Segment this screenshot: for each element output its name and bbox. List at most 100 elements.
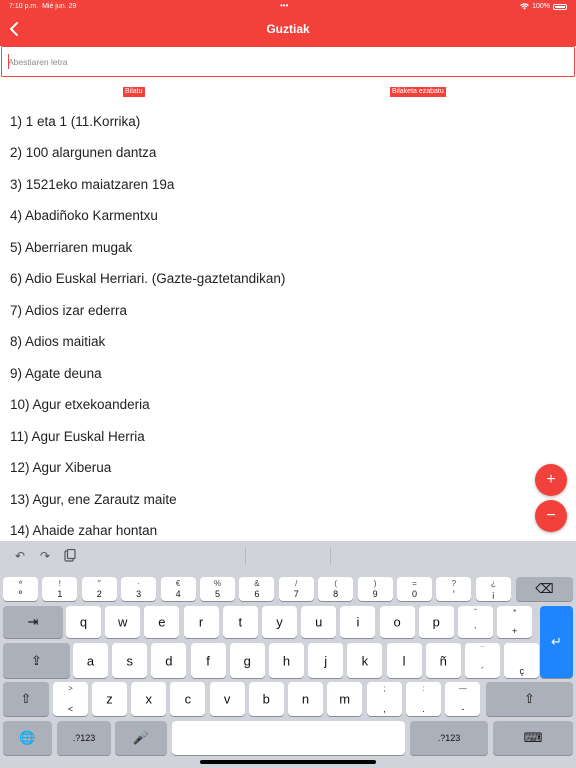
- key-symbol[interactable]: ˆ `: [458, 606, 493, 638]
- key-symbol[interactable]: — -: [445, 682, 481, 716]
- song-list-item[interactable]: 6) Adio Euskal Herriari. (Gazte-gaztetan…: [10, 271, 285, 286]
- key-letter[interactable]: c: [170, 682, 206, 716]
- song-list-item[interactable]: 3) 1521eko maiatzaren 19a: [10, 177, 174, 192]
- search-button[interactable]: Bilatu: [123, 87, 145, 97]
- dictation-key[interactable]: 🎤: [115, 721, 167, 755]
- caps-lock-key[interactable]: ⇪: [3, 643, 70, 678]
- song-list-item[interactable]: 5) Aberriaren mugak: [10, 240, 132, 255]
- song-list-item[interactable]: 8) Adios maitiak: [10, 334, 105, 349]
- key-letter[interactable]: r: [183, 606, 219, 638]
- key-number[interactable]: ¿ ¡: [475, 577, 511, 601]
- tab-key[interactable]: ⇥: [3, 606, 63, 638]
- clear-search-button[interactable]: Bilaketa ezabatu: [390, 87, 446, 97]
- hide-keyboard-key[interactable]: ⌨: [493, 721, 573, 755]
- key-symbol[interactable]: > <: [53, 682, 88, 716]
- search-input[interactable]: [2, 47, 574, 76]
- key-letter[interactable]: f: [190, 643, 226, 678]
- key-shift-char: ¿: [490, 579, 496, 588]
- key-number[interactable]: ) 9: [357, 577, 393, 601]
- key-symbol[interactable]: ;,: [367, 682, 402, 716]
- key-letter[interactable]: b: [248, 682, 284, 716]
- key-number[interactable]: ″ 2: [81, 577, 117, 601]
- key-shift-char: (: [334, 579, 338, 588]
- key-letter[interactable]: j: [308, 643, 344, 678]
- key-shift-char: >: [68, 684, 73, 693]
- song-list-item[interactable]: 12) Agur Xiberua: [10, 460, 111, 475]
- backspace-key[interactable]: ⌫: [516, 577, 573, 601]
- key-symbol[interactable]: ç: [504, 643, 540, 678]
- key-shift-char: *: [513, 608, 517, 617]
- key-letter[interactable]: l: [386, 643, 422, 678]
- key-number[interactable]: (8: [318, 577, 354, 601]
- key-letter[interactable]: d: [151, 643, 187, 678]
- key-letter[interactable]: z: [92, 682, 127, 716]
- key-letter[interactable]: t: [222, 606, 258, 638]
- redo-icon[interactable]: ↷: [38, 549, 52, 563]
- key-letter[interactable]: x: [131, 682, 167, 716]
- song-list-item[interactable]: 13) Agur, ene Zarautz maite: [10, 492, 177, 507]
- key-letter[interactable]: s: [112, 643, 148, 678]
- multitask-dots-icon[interactable]: •••: [280, 1, 288, 10]
- song-list-item[interactable]: 10) Agur etxekoanderia: [10, 397, 150, 412]
- key-number[interactable]: & 6: [239, 577, 275, 601]
- return-key[interactable]: ↵: [540, 606, 573, 678]
- song-list: 1) 1 eta 1 (11.Korrika) 2) 100 alargunen…: [0, 106, 576, 541]
- key-shift-char: €: [175, 579, 181, 588]
- song-list-item[interactable]: 2) 100 alargunen dantza: [10, 145, 156, 160]
- remove-fab-button[interactable]: −: [535, 500, 567, 532]
- home-indicator: [200, 760, 376, 764]
- key-letter[interactable]: i: [340, 606, 376, 638]
- key-number[interactable]: ªº: [3, 577, 38, 601]
- paste-icon[interactable]: [63, 548, 77, 563]
- minus-icon: −: [546, 507, 556, 524]
- song-list-item[interactable]: 1) 1 eta 1 (11.Korrika): [10, 114, 140, 129]
- key-letter[interactable]: e: [144, 606, 180, 638]
- key-letter[interactable]: p: [418, 606, 454, 638]
- key-letter[interactable]: h: [269, 643, 304, 678]
- keyboard-hide-icon: ⌨: [523, 730, 543, 745]
- key-letter[interactable]: ñ: [425, 643, 461, 678]
- key-label: t: [238, 614, 243, 630]
- key-shift-char: ″: [97, 579, 101, 588]
- shift-left-key[interactable]: ⇧: [3, 682, 49, 716]
- add-fab-button[interactable]: +: [535, 464, 567, 496]
- key-letter[interactable]: a: [73, 643, 108, 678]
- globe-key[interactable]: 🌐: [3, 721, 52, 755]
- space-key[interactable]: [172, 721, 405, 755]
- key-letter[interactable]: k: [347, 643, 383, 678]
- key-number[interactable]: ? ′: [436, 577, 472, 601]
- key-symbol[interactable]: ¨ ´: [465, 643, 500, 678]
- song-list-item[interactable]: 14) Ahaide zahar hontan: [10, 523, 157, 538]
- key-symbol[interactable]: * +: [497, 606, 533, 638]
- key-number[interactable]: = 0: [397, 577, 432, 601]
- key-shift-char: ¨: [481, 645, 484, 654]
- key-letter[interactable]: n: [288, 682, 323, 716]
- song-list-item[interactable]: 4) Abadiñoko Karmentxu: [10, 208, 158, 223]
- key-number[interactable]: · 3: [121, 577, 157, 601]
- key-char: 0: [411, 589, 417, 599]
- backspace-icon: ⌫: [535, 581, 554, 596]
- key-number[interactable]: % 5: [200, 577, 235, 601]
- numbers-key[interactable]: .?123: [57, 721, 111, 755]
- status-bar: 7:10 p.m. Mié jun. 29 ••• 100%: [0, 0, 576, 14]
- numbers-key-right[interactable]: .?123: [410, 721, 488, 755]
- key-letter[interactable]: o: [379, 606, 415, 638]
- key-letter[interactable]: w: [105, 606, 141, 638]
- key-char: º: [18, 589, 23, 599]
- key-letter[interactable]: m: [327, 682, 363, 716]
- key-number[interactable]: €4: [160, 577, 196, 601]
- key-letter[interactable]: g: [229, 643, 265, 678]
- key-char: 5: [214, 589, 220, 599]
- key-letter[interactable]: v: [209, 682, 245, 716]
- key-symbol[interactable]: :.: [406, 682, 442, 716]
- key-letter[interactable]: y: [262, 606, 297, 638]
- key-letter[interactable]: q: [66, 606, 101, 638]
- song-list-item[interactable]: 9) Agate deuna: [10, 366, 102, 381]
- key-number[interactable]: /7: [278, 577, 314, 601]
- key-number[interactable]: ! 1: [42, 577, 78, 601]
- shift-right-key[interactable]: ⇧: [486, 682, 573, 716]
- key-letter[interactable]: u: [301, 606, 337, 638]
- undo-icon[interactable]: ↶: [13, 549, 27, 563]
- song-list-item[interactable]: 11) Agur Euskal Herria: [10, 429, 145, 444]
- song-list-item[interactable]: 7) Adios izar ederra: [10, 303, 127, 318]
